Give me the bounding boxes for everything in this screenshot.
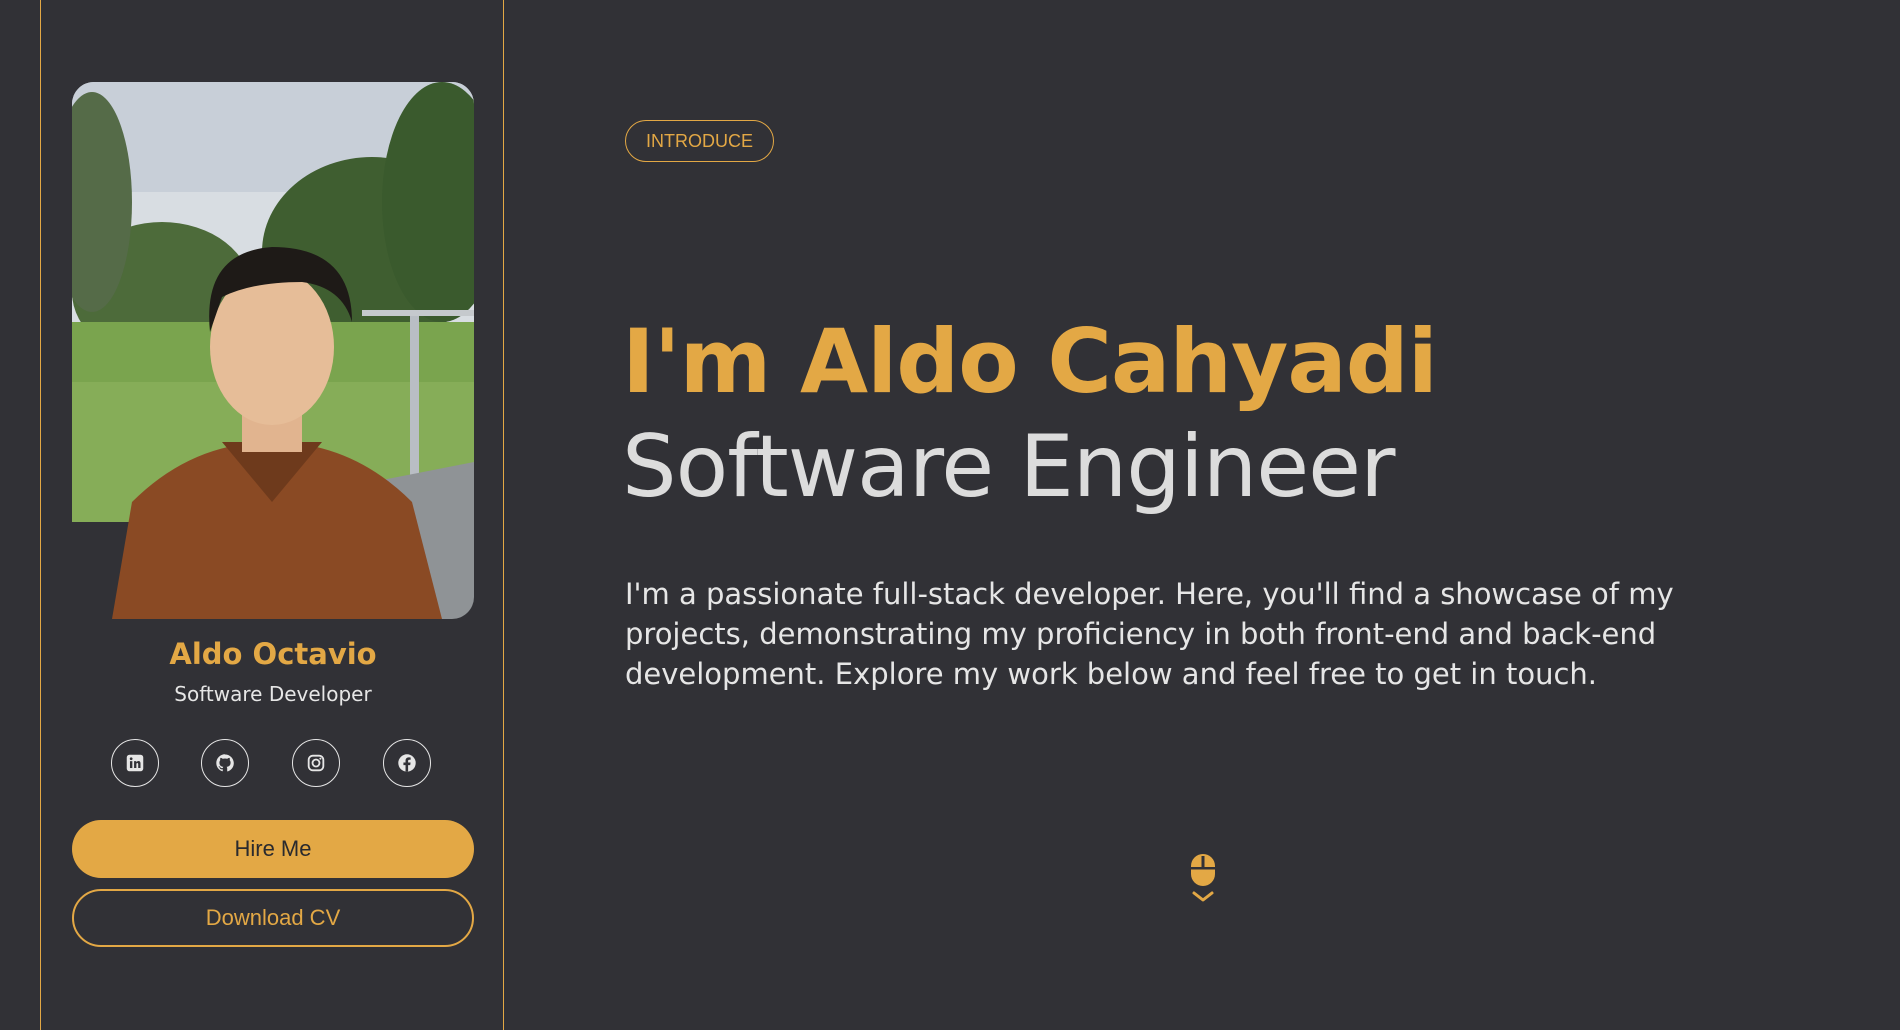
facebook-icon <box>398 754 416 772</box>
hero-name-heading: I'm Aldo Cahyadi <box>622 310 1438 413</box>
page: Aldo Octavio Software Developer Hire Me … <box>0 0 1900 1030</box>
download-cv-button[interactable]: Download CV <box>72 889 474 947</box>
hero-description: I'm a passionate full-stack developer. H… <box>625 577 1674 691</box>
hero-title-heading: Software Engineer <box>622 417 1395 517</box>
scroll-down-indicator[interactable] <box>1188 852 1218 904</box>
social-links <box>111 739 435 791</box>
profile-photo <box>72 82 474 619</box>
hire-me-button[interactable]: Hire Me <box>72 820 474 878</box>
profile-sidebar: Aldo Octavio Software Developer Hire Me … <box>40 0 504 1030</box>
instagram-icon <box>307 754 325 772</box>
facebook-button[interactable] <box>383 739 431 787</box>
section-badge: INTRODUCE <box>625 120 774 162</box>
instagram-button[interactable] <box>292 739 340 787</box>
profile-role: Software Developer <box>174 682 372 706</box>
linkedin-icon <box>126 754 144 772</box>
linkedin-button[interactable] <box>111 739 159 787</box>
mouse-scroll-icon <box>1191 854 1215 902</box>
profile-name: Aldo Octavio <box>169 637 377 671</box>
github-button[interactable] <box>201 739 249 787</box>
github-icon <box>216 754 234 772</box>
